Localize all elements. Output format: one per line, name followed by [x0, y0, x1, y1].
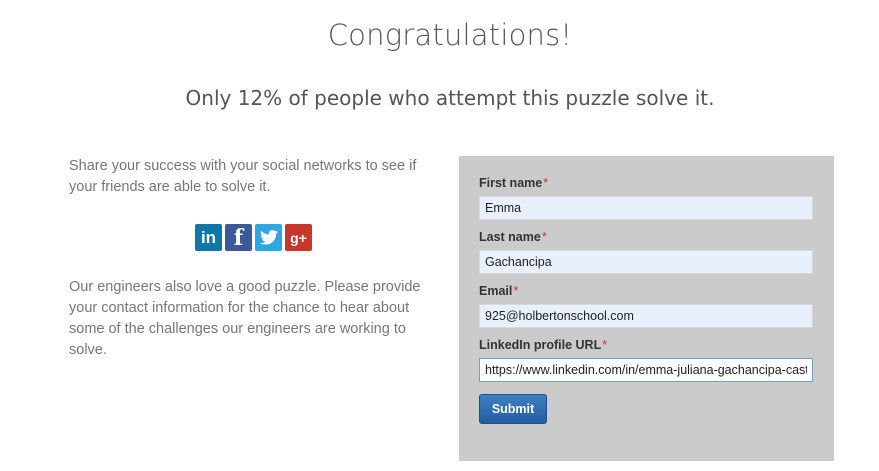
linkedin-field: LinkedIn profile URL* — [479, 338, 814, 382]
last-name-input[interactable] — [479, 250, 813, 274]
twitter-icon[interactable] — [255, 224, 282, 251]
page-subtitle: Only 12% of people who attempt this puzz… — [185, 86, 715, 110]
linkedin-icon[interactable]: in — [195, 224, 222, 251]
last-name-label-wrap: Last name* — [479, 230, 814, 246]
first-name-field: First name* — [479, 176, 814, 220]
linkedin-label: LinkedIn profile URL — [479, 338, 602, 352]
required-marker: * — [602, 338, 608, 352]
google-plus-icon[interactable]: g+ — [285, 224, 312, 251]
share-section: Share your success with your social netw… — [69, 156, 439, 361]
engineers-text: Our engineers also love a good puzzle. P… — [69, 279, 421, 358]
required-marker: * — [541, 230, 547, 244]
email-field: Email* — [479, 284, 814, 328]
first-name-label: First name — [479, 176, 543, 190]
share-text: Share your success with your social netw… — [69, 158, 417, 195]
last-name-field: Last name* — [479, 230, 814, 274]
email-label-wrap: Email* — [479, 284, 814, 300]
first-name-label-wrap: First name* — [479, 176, 814, 192]
required-marker: * — [543, 176, 549, 190]
linkedin-label-wrap: LinkedIn profile URL* — [479, 338, 814, 354]
last-name-label: Last name — [479, 230, 541, 244]
facebook-icon[interactable]: f — [225, 224, 252, 251]
email-label: Email — [479, 284, 513, 298]
social-buttons: in f g+ — [195, 224, 439, 252]
required-marker: * — [513, 284, 519, 298]
linkedin-url-input[interactable] — [479, 358, 813, 382]
submit-button[interactable]: Submit — [479, 394, 547, 424]
first-name-input[interactable] — [479, 196, 813, 220]
email-input[interactable] — [479, 304, 813, 328]
page-title: Congratulations! — [327, 18, 573, 52]
contact-form: First name* Last name* Email* LinkedIn p… — [459, 156, 834, 461]
